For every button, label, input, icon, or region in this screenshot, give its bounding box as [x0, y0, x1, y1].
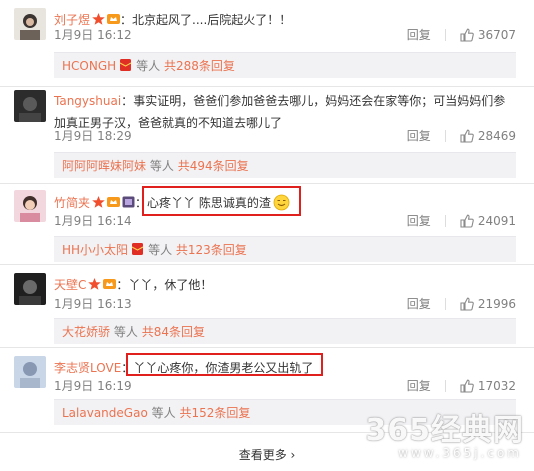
medal-icon: [122, 196, 135, 208]
comment-date: 1月9日 16:12: [54, 28, 132, 42]
red-envelope-icon: [131, 243, 144, 255]
red-envelope-icon: [119, 59, 132, 71]
sub-reply-others: 等人: [149, 159, 174, 173]
sub-reply-user[interactable]: HH小小太阳: [62, 243, 128, 257]
divider: [444, 129, 446, 142]
comment-text: 丫丫心疼你，你渣男老公又出轨了: [133, 361, 314, 375]
comment-text: 北京起风了....后院起火了！！: [132, 13, 292, 27]
divider: [0, 347, 534, 348]
comment-date: 1月9日 16:19: [54, 379, 132, 393]
divider: [0, 183, 534, 184]
vip-star-icon: [92, 13, 105, 25]
reply-button[interactable]: 回复: [407, 212, 431, 229]
username-link[interactable]: 刘子煜: [54, 13, 90, 27]
thumbs-up-icon: [460, 28, 474, 42]
sub-replies: 阿阿阿晖妹阿妹 等人 共494条回复: [54, 152, 516, 178]
watermark-logo: 365经典网: [365, 413, 524, 448]
like-button[interactable]: 17032: [460, 379, 516, 393]
username-link[interactable]: Tangyshuai: [54, 94, 121, 108]
comment-line: 李志贤LOVE：丫丫心疼你，你渣男老公又出轨了: [54, 361, 314, 375]
comment-actions: 回复 24091: [407, 212, 516, 229]
comment-date: 1月9日 18:29: [54, 129, 132, 143]
vip-star-icon: [88, 278, 102, 290]
sub-replies: 大花娇骄 等人 共84条回复: [54, 318, 516, 344]
like-button[interactable]: 24091: [460, 214, 516, 228]
divider: [444, 379, 446, 392]
reply-button[interactable]: 回复: [407, 295, 431, 312]
sub-reply-count-link[interactable]: 共123条回复: [176, 243, 247, 257]
avatar[interactable]: [14, 356, 46, 388]
comment-text: 心疼丫丫 陈思诚真的渣: [147, 196, 271, 210]
like-count: 17032: [477, 378, 516, 393]
sub-replies: HH小小太阳 等人 共123条回复: [54, 236, 516, 262]
vip-star-icon: [92, 196, 105, 208]
like-count: 21996: [477, 296, 516, 311]
reply-button[interactable]: 回复: [407, 377, 431, 394]
sub-reply-user[interactable]: HCONGH: [62, 59, 116, 73]
username-link[interactable]: 竹简夹: [54, 196, 90, 210]
like-button[interactable]: 28469: [460, 129, 516, 143]
avatar[interactable]: [14, 90, 46, 122]
avatar[interactable]: [14, 273, 46, 305]
level-crown-icon: [103, 279, 117, 289]
avatar[interactable]: [14, 8, 46, 40]
reply-button[interactable]: 回复: [407, 26, 431, 43]
divider: [0, 86, 534, 87]
like-button[interactable]: 36707: [460, 28, 516, 42]
comment-date: 1月9日 16:13: [54, 297, 132, 311]
sub-reply-others: 等人: [151, 406, 176, 420]
comment-text: 丫丫，休了他！: [128, 278, 213, 292]
sub-reply-count-link[interactable]: 共152条回复: [179, 406, 250, 420]
watermark-url: www.365j.com: [398, 446, 522, 460]
thumbs-up-icon: [460, 214, 474, 228]
like-count: 28469: [477, 128, 516, 143]
thumbs-up-icon: [460, 379, 474, 393]
comment-actions: 回复 17032: [407, 377, 516, 394]
divider: [444, 214, 446, 227]
username-link[interactable]: 天壁C: [54, 278, 86, 292]
avatar[interactable]: [14, 190, 46, 222]
sub-reply-count-link[interactable]: 共288条回复: [164, 59, 235, 73]
comment-actions: 回复 21996: [407, 295, 516, 312]
comment-item: 刘子煜 ：北京起风了....后院起火了！！ 1月9日 16:12 回复 36707…: [0, 8, 534, 96]
sub-replies: HCONGH 等人 共288条回复: [54, 52, 516, 78]
sub-reply-count-link[interactable]: 共84条回复: [142, 325, 205, 339]
like-button[interactable]: 21996: [460, 297, 516, 311]
thumbs-up-icon: [460, 129, 474, 143]
thumbs-up-icon: [460, 297, 474, 311]
comment-item: Tangyshuai：事实证明，爸爸们参加爸爸去哪儿，妈妈还会在家等你；可当妈妈…: [0, 90, 534, 178]
divider: [0, 264, 534, 265]
level-crown-icon: [107, 14, 121, 24]
divider: [444, 297, 446, 310]
like-count: 36707: [477, 27, 516, 42]
comment-date: 1月9日 16:14: [54, 214, 132, 228]
reply-button[interactable]: 回复: [407, 127, 431, 144]
level-crown-icon: [107, 197, 121, 207]
sub-reply-others: 等人: [148, 243, 173, 257]
sub-reply-user[interactable]: LalavandeGao: [62, 406, 148, 420]
sub-reply-others: 等人: [136, 59, 161, 73]
sub-reply-user[interactable]: 阿阿阿晖妹阿妹: [62, 159, 146, 173]
comment-actions: 回复 36707: [407, 26, 516, 43]
divider: [444, 28, 446, 41]
comment-line: 天壁C ：丫丫，休了他！: [54, 278, 213, 292]
view-more-link[interactable]: 查看更多 ›: [239, 448, 296, 462]
sub-reply-others: 等人: [113, 325, 138, 339]
sub-reply-count-link[interactable]: 共494条回复: [178, 159, 249, 173]
comment-actions: 回复 28469: [407, 127, 516, 144]
username-link[interactable]: 李志贤LOVE: [54, 361, 121, 375]
sub-reply-user[interactable]: 大花娇骄: [62, 325, 110, 339]
like-count: 24091: [477, 213, 516, 228]
comment-line: 竹简夹 ：心疼丫丫 陈思诚真的渣: [54, 194, 514, 212]
smile-emoji-icon: [273, 194, 290, 211]
